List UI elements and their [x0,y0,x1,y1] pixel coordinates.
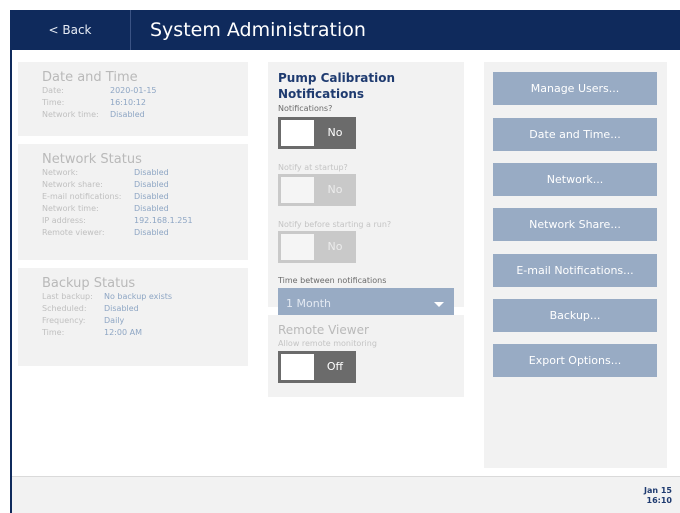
kv-key: Frequency: [42,316,86,325]
remote-viewer-panel: Remote Viewer Allow remote monitoring Of… [268,315,464,397]
kv-key: Network time: [42,110,99,119]
remote-viewer-title: Remote Viewer [278,323,369,337]
kv-value: 16:10:12 [110,98,146,107]
kv-key: Network: [42,168,79,177]
kv-row: Network: Disabled [42,167,234,179]
toggle-value: No [327,183,343,196]
kv-value: 12:00 AM [104,328,142,337]
footer-date: Jan 15 [644,486,672,495]
kv-key: Network time: [42,204,99,213]
backup-status-panel: Backup Status Last backup: No backup exis… [18,268,248,366]
manage-users-button[interactable]: Manage Users... [493,72,657,105]
kv-key: IP address: [42,216,86,225]
kv-value: Disabled [134,168,169,177]
export-options-button[interactable]: Export Options... [493,344,657,377]
kv-value: 2020-01-15 [110,86,157,95]
footer-time: 16:10 [646,496,672,505]
kv-row: Date: 2020-01-15 [42,85,234,97]
kv-key: Remote viewer: [42,228,105,237]
page-title: System Administration [150,19,366,41]
kv-key: Date: [42,86,64,95]
startup-label: Notify at startup? [278,163,348,172]
kv-row: Network time: Disabled [42,203,234,215]
toggle-value: Off [326,360,344,373]
kv-value: No backup exists [104,292,173,301]
interval-label: Time between notifications [278,276,387,285]
kv-value: Daily [104,316,125,325]
allow-remote-label: Allow remote monitoring [278,339,377,348]
kv-row: E-mail notifications: Disabled [42,191,234,203]
kv-row: Time: 12:00 AM [42,327,234,339]
left-edge-bar [10,50,12,513]
back-button[interactable]: < Back [10,10,130,50]
toggle-knob [281,120,314,146]
header-bar: < Back System Administration [10,10,680,50]
kv-key: Time: [42,98,65,107]
kv-row: Remote viewer: Disabled [42,227,234,239]
pump-calibration-title: Pump Calibration Notifications [278,71,395,101]
backup-status-title: Backup Status [42,276,136,291]
kv-key: Last backup: [42,292,93,301]
toggle-knob [281,177,314,203]
kv-value: Disabled [104,304,139,313]
date-time-title: Date and Time [42,70,138,85]
toggle-knob [281,354,314,380]
chevron-down-icon [434,302,444,307]
date-time-panel: Date and Time Date: 2020-01-15 Time: 16:10… [18,62,248,136]
toggle-value: No [327,240,343,253]
network-share-button[interactable]: Network Share... [493,208,657,241]
kv-value: Disabled [134,204,169,213]
kv-value: Disabled [134,228,169,237]
startup-toggle[interactable]: No [278,174,356,206]
kv-value: 192.168.1.251 [134,216,193,225]
toggle-knob [281,234,314,260]
kv-value: Disabled [134,192,169,201]
footer-clock: Jan 15 16:10 [644,486,672,506]
kv-value: Disabled [110,110,145,119]
backup-button[interactable]: Backup... [493,299,657,332]
actions-panel: Manage Users... Date and Time... Network… [484,62,667,468]
notifications-label: Notifications? [278,104,333,113]
toggle-value: No [327,126,343,139]
app-frame: < Back System Administration Date and Ti… [10,10,680,513]
date-time-button[interactable]: Date and Time... [493,118,657,151]
notifications-toggle[interactable]: No [278,117,356,149]
kv-row: Scheduled: Disabled [42,303,234,315]
network-status-title: Network Status [42,152,142,167]
kv-row: Last backup: No backup exists [42,291,234,303]
before-run-label: Notify before starting a run? [278,220,392,229]
kv-key: Time: [42,328,65,337]
network-status-panel: Network Status Network: Disabled Network … [18,144,248,260]
footer-bar: Jan 15 16:10 [10,477,680,513]
kv-row: IP address: 192.168.1.251 [42,215,234,227]
email-notifications-button[interactable]: E-mail Notifications... [493,254,657,287]
kv-row: Network share: Disabled [42,179,234,191]
kv-value: Disabled [134,180,169,189]
pump-calibration-panel: Pump Calibration Notifications Notificat… [268,62,464,320]
kv-row: Frequency: Daily [42,315,234,327]
network-button[interactable]: Network... [493,163,657,196]
kv-row: Network time: Disabled [42,109,234,121]
header-divider [130,10,131,50]
kv-key: Network share: [42,180,103,189]
kv-row: Time: 16:10:12 [42,97,234,109]
kv-key: Scheduled: [42,304,87,313]
remote-monitoring-toggle[interactable]: Off [278,351,356,383]
before-run-toggle[interactable]: No [278,231,356,263]
kv-key: E-mail notifications: [42,192,122,201]
